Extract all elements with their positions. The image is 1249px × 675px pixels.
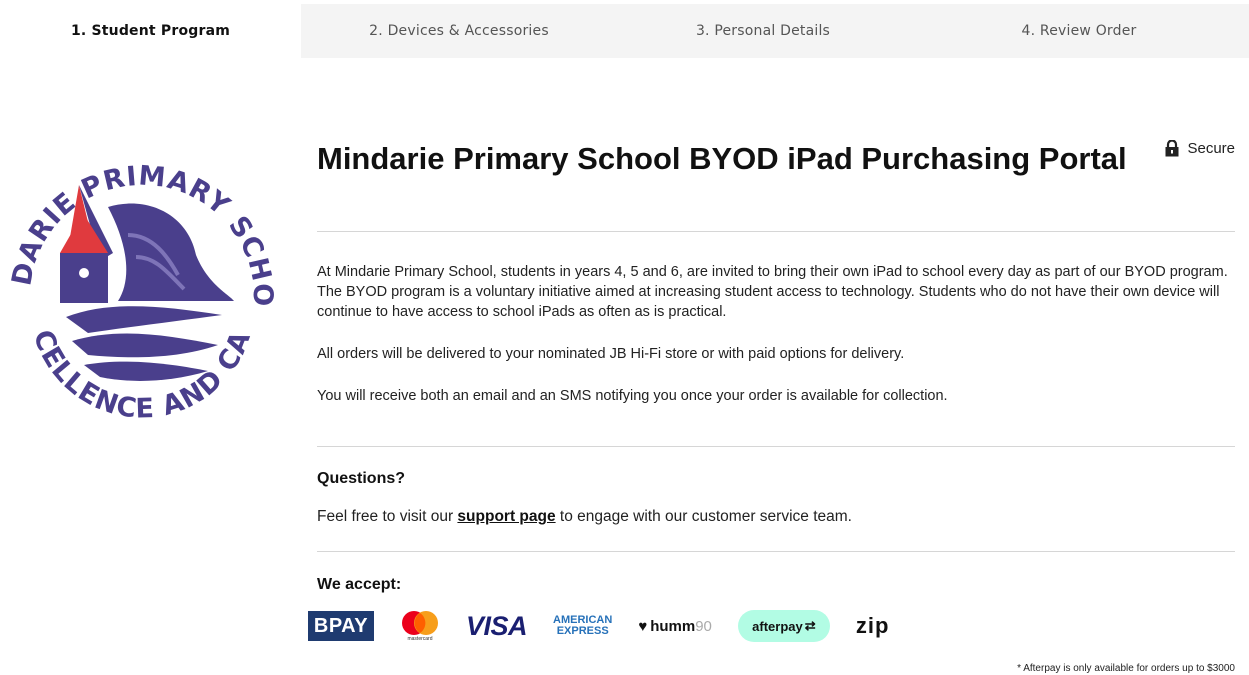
intro-paragraph-1: At Mindarie Primary School, students in …	[317, 264, 1228, 320]
amex-logo: AMERICAN EXPRESS	[553, 614, 613, 637]
page-title: Mindarie Primary School BYOD iPad Purcha…	[317, 141, 1127, 176]
main-content: Mindarie Primary School BYOD iPad Purcha…	[317, 140, 1235, 593]
logo-wave-3	[84, 361, 208, 381]
questions-heading: Questions?	[317, 470, 406, 487]
afterpay-arrows-icon: ⇄	[804, 618, 816, 633]
heart-icon: ♥	[638, 617, 648, 635]
step-personal-details[interactable]: 3. Personal Details	[617, 4, 909, 58]
logo-wave-2	[72, 333, 218, 358]
secure-indicator: Secure	[1165, 140, 1235, 157]
intro-paragraph-2: All orders will be delivered to your nom…	[317, 346, 905, 362]
support-page-link[interactable]: support page	[457, 508, 555, 525]
visa-logo: VISA	[466, 610, 528, 641]
divider	[317, 551, 1235, 552]
step-devices-accessories[interactable]: 2. Devices & Accessories	[301, 4, 617, 58]
checkout-steps: 1. Student Program 2. Devices & Accessor…	[0, 4, 1249, 58]
divider	[317, 231, 1235, 232]
lock-icon	[1165, 140, 1179, 157]
step-review-order[interactable]: 4. Review Order	[909, 4, 1249, 58]
support-text: Feel free to visit our support page to e…	[317, 508, 852, 525]
humm-logo: ♥ humm 90	[638, 617, 712, 635]
afterpay-logo: afterpay ⇄	[737, 610, 830, 642]
secure-label: Secure	[1187, 140, 1235, 157]
afterpay-footnote: * Afterpay is only available for orders …	[1017, 663, 1235, 674]
step-student-program[interactable]: 1. Student Program	[0, 4, 301, 58]
zip-logo: zip	[855, 613, 890, 638]
we-accept-heading: We accept:	[317, 576, 402, 593]
intro-text: At Mindarie Primary School, students in …	[317, 262, 1235, 428]
mastercard-logo: mastercard	[400, 610, 440, 642]
logo-wave-1	[66, 306, 222, 333]
school-logo: MINDARIE PRIMARY SCHOOL EXCELLENCE AND C…	[8, 145, 276, 425]
bpay-logo: BPAY	[308, 611, 374, 641]
divider	[317, 446, 1235, 447]
intro-paragraph-3: You will receive both an email and an SM…	[317, 388, 948, 404]
payment-methods: BPAY mastercard VISA AMERICAN EXPRESS ♥ h…	[308, 606, 915, 646]
mastercard-icon	[402, 611, 438, 635]
